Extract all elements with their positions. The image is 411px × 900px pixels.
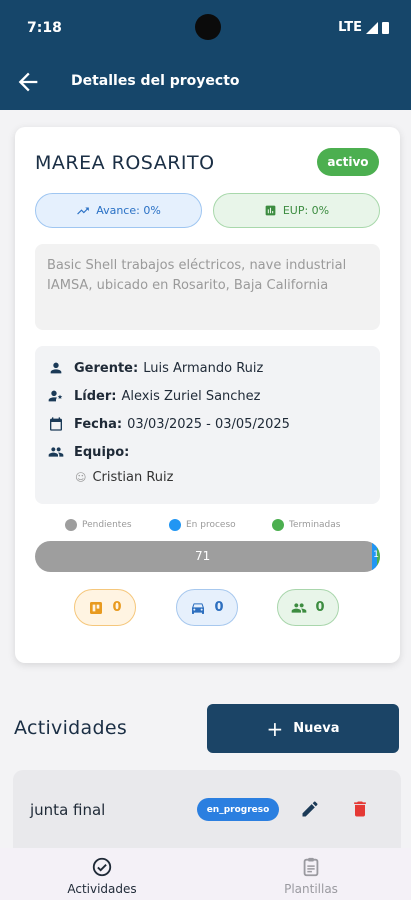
- activity-name: junta final: [30, 801, 106, 819]
- board-chip[interactable]: 0: [74, 589, 136, 626]
- status-time: 7:18: [27, 20, 62, 36]
- gerente-label: Gerente:: [74, 360, 139, 376]
- fecha-row: Fecha: 03/03/2025 - 03/05/2025: [48, 416, 290, 432]
- legend-terminadas-label: Terminadas: [289, 520, 341, 530]
- progress-bar: 71 1: [35, 541, 380, 572]
- calendar-icon: [50, 417, 62, 431]
- avance-label: Avance: 0%: [96, 204, 161, 217]
- group-icon: [292, 602, 307, 613]
- new-activity-label: Nueva: [293, 721, 340, 736]
- group-chip[interactable]: 0: [277, 589, 339, 626]
- equipo-row: Equipo:: [48, 444, 134, 460]
- trending-up-icon: [77, 207, 90, 214]
- activity-status-badge: en_progreso: [197, 798, 279, 821]
- nav-templates[interactable]: Plantillas: [251, 856, 371, 896]
- fecha-value: 03/03/2025 - 03/05/2025: [127, 416, 290, 432]
- car-count: 0: [214, 600, 224, 615]
- legend-en-proceso-label: En proceso: [186, 520, 236, 530]
- car-chip[interactable]: 0: [176, 589, 238, 626]
- back-arrow-icon[interactable]: [14, 68, 42, 96]
- project-card: MAREA ROSARITO activo Avance: 0% EUP: 0%…: [15, 127, 400, 663]
- gerente-value: Luis Armando Ruiz: [143, 360, 264, 376]
- person-star-icon: [48, 390, 63, 402]
- fecha-label: Fecha:: [74, 416, 123, 432]
- battery-icon: [382, 21, 389, 34]
- status-badge: activo: [317, 148, 379, 176]
- project-info-box: Gerente: Luis Armando Ruiz Líder: Alexis…: [35, 346, 380, 504]
- legend-terminadas: Terminadas: [272, 519, 340, 531]
- signal-icon: [366, 21, 378, 34]
- equipo-label: Equipo:: [74, 444, 130, 460]
- project-description: Basic Shell trabajos eléctricos, nave in…: [35, 244, 380, 330]
- team-member: ☺ Cristian Ruiz: [75, 470, 173, 485]
- plus-icon: +: [266, 716, 284, 741]
- user-outline-icon: ☺: [75, 471, 87, 484]
- legend-en-proceso: En proceso: [169, 519, 236, 531]
- project-name: MAREA ROSARITO: [35, 152, 215, 174]
- network-label: LTE: [338, 20, 362, 35]
- delete-icon[interactable]: [350, 799, 370, 819]
- nav-activities[interactable]: Actividades: [42, 856, 162, 896]
- activities-heading: Actividades: [14, 717, 128, 739]
- eup-label: EUP: 0%: [282, 204, 330, 217]
- team-member-name: Cristian Ruiz: [92, 470, 174, 485]
- status-indicators: LTE: [338, 20, 389, 35]
- board-count: 0: [112, 600, 122, 615]
- lider-row: Líder: Alexis Zuriel Sanchez: [48, 388, 260, 404]
- lider-value: Alexis Zuriel Sanchez: [121, 388, 261, 404]
- app-bar: Detalles del proyecto: [0, 56, 411, 110]
- other-count: 1: [373, 550, 379, 560]
- terminadas-dot: [272, 519, 284, 531]
- avance-pill: Avance: 0%: [35, 193, 202, 228]
- edit-icon[interactable]: [300, 799, 320, 819]
- person-icon: [50, 362, 62, 374]
- legend-pendientes-label: Pendientes: [82, 520, 132, 530]
- car-icon: [192, 602, 205, 614]
- board-icon: [90, 601, 103, 614]
- gerente-row: Gerente: Luis Armando Ruiz: [48, 360, 263, 376]
- pendientes-dot: [65, 519, 77, 531]
- app-header: 7:18 LTE Detalles del proyecto: [0, 0, 411, 110]
- page-title: Detalles del proyecto: [71, 73, 240, 89]
- check-circle-icon: [92, 857, 112, 877]
- en-proceso-dot: [169, 519, 181, 531]
- lider-label: Líder:: [74, 388, 117, 404]
- activity-item[interactable]: junta final en_progreso: [13, 770, 401, 860]
- nav-activities-label: Actividades: [67, 882, 137, 896]
- legend-pendientes: Pendientes: [65, 519, 132, 531]
- chart-box-icon: [265, 205, 276, 216]
- group-count: 0: [315, 600, 325, 615]
- nav-templates-label: Plantillas: [284, 882, 338, 896]
- new-activity-button[interactable]: + Nueva: [207, 704, 399, 753]
- eup-pill: EUP: 0%: [213, 193, 380, 228]
- camera-cutout: [195, 14, 221, 40]
- status-bar: 7:18 LTE: [0, 0, 411, 56]
- clipboard-icon: [303, 857, 319, 877]
- bottom-navigation: Actividades Plantillas: [0, 848, 411, 900]
- pending-count: 71: [195, 549, 211, 563]
- group-icon: [48, 447, 64, 457]
